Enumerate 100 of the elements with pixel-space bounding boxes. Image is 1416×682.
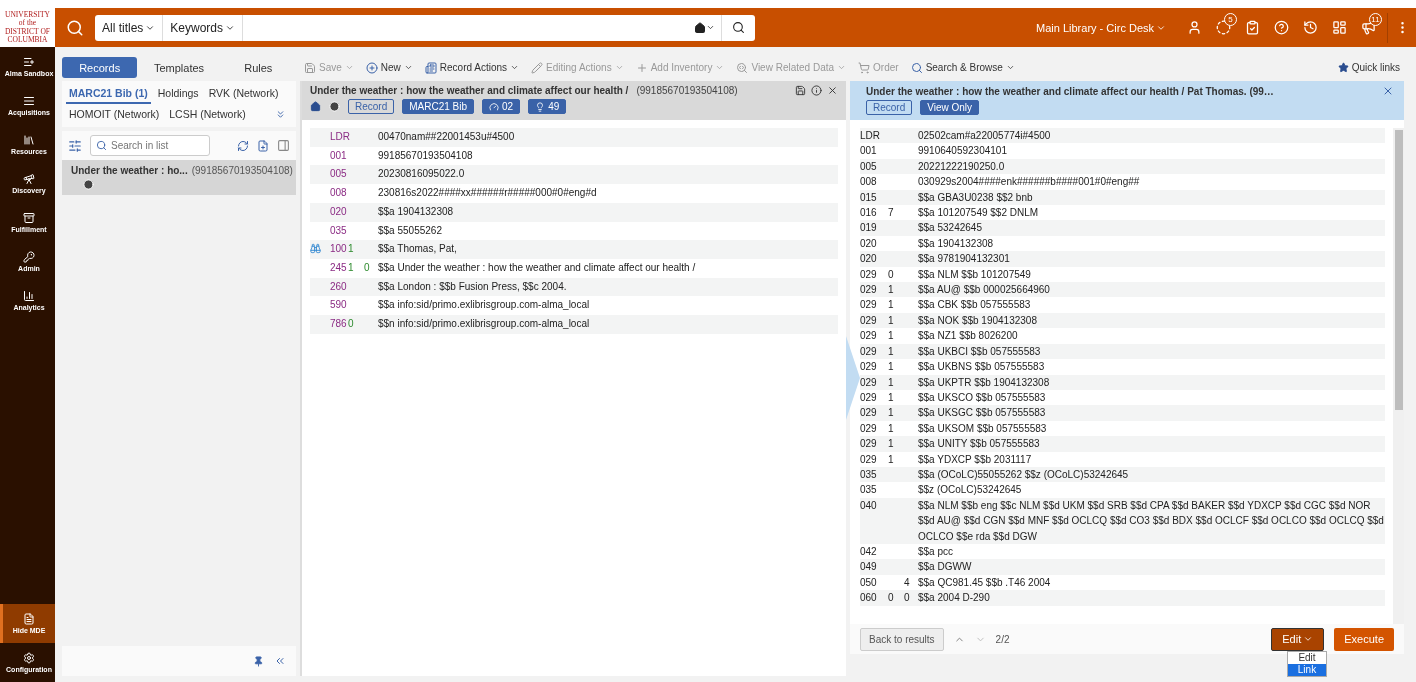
sub-tab[interactable]: RVK (Network) [205,83,282,104]
settings-icon [23,652,35,664]
cart-icon [858,61,871,74]
key-icon [23,251,35,263]
toolbar-button[interactable]: Record Actions [420,61,524,74]
field-indicator: 1 [888,375,895,390]
field-value: $$a Under the weather : how the weather and climate affect our health / [378,260,697,275]
caret-icon [1303,634,1314,644]
record-list-item[interactable]: Under the weather : ho... (99185670193504108) [62,160,296,195]
binoculars-icon[interactable] [310,243,321,255]
field-tag: 019 [860,220,888,236]
field-indicator: 1 [888,452,895,467]
field-indicator: 1 [888,329,895,344]
pencil-icon [531,61,544,74]
megaphone-icon[interactable] [1361,20,1376,35]
field-indicator: 1 [348,242,355,257]
field-indicator: 1 [888,344,895,359]
field-tag: 029 [860,405,888,421]
expand-icon[interactable] [275,109,286,120]
field-value: 230816s2022####xx######r#####000#0#eng#d [378,186,598,201]
field-value: $$a 1904132308 [378,204,455,219]
lightbulb-icon [535,101,546,112]
search-icon [732,21,745,34]
field-value: $$a UNITY $$b 057555583 [918,437,1041,452]
record-title: Under the weather : how the weather and climate affect our health / [310,85,629,96]
toolbar-button[interactable]: New [361,61,417,74]
field-tag: 029 [860,312,888,329]
field-tag: 015 [860,189,888,206]
field-value: $$a 1904132308 [918,236,995,251]
close-icon[interactable] [1382,85,1394,97]
record-id: (99185670193504108) [191,165,293,176]
field-tag: 245 [330,258,348,278]
sub-tab[interactable]: Holdings [154,83,202,104]
field-indicator: 0 [364,260,371,275]
sub-tab[interactable]: HOMOIT (Network) [66,104,163,125]
field-value: 99185670193504108 [378,148,474,163]
action-dropdown[interactable]: Edit [1271,627,1325,651]
clipboard-icon[interactable] [1245,20,1260,35]
search-field[interactable]: Search in list [90,135,210,156]
field-value: 02502cam#a22005774i#4500 [918,129,1052,143]
document-icon [424,61,437,74]
field-tag: 029 [860,282,888,298]
tab[interactable]: Templates [141,57,217,78]
pin-icon[interactable] [253,655,264,667]
quick-links-button[interactable]: Quick links [1333,62,1404,73]
field-value: $$a AU@ $$b 000025664960 [918,283,1051,298]
field-indicator: 0 [888,591,895,606]
field-tag: 035 [860,482,888,498]
user-icon[interactable] [1187,20,1202,35]
field-value: 00470nam##22001453u#4500 [378,130,516,144]
field-value: $$a YDXCP $$b 2031117 [918,452,1033,467]
history-icon[interactable] [1303,20,1318,35]
record-badge: Record [348,99,395,114]
collapse-icon[interactable] [274,655,286,667]
field-tag: 040 [860,497,888,514]
tab[interactable]: Rules [220,57,296,78]
field-value: $$a UKSCO $$b 057555583 [918,390,1047,405]
help-icon[interactable] [1274,20,1289,35]
search-icon[interactable] [66,18,84,37]
menu-option[interactable]: Link [1288,664,1326,676]
file-icon[interactable] [257,139,269,152]
field-value: 030929s2004####enk######b####001#0#eng## [918,175,1141,190]
field-tag: 786 [330,315,348,334]
info-icon[interactable] [811,85,822,96]
field-tag: 005 [330,165,348,185]
record-badge: Record [866,100,913,115]
count-badge: 5 [1224,12,1237,26]
scope-dropdown[interactable]: All titles [95,14,164,41]
field-tag: 029 [860,328,888,344]
field-value: $$a DGWW [918,560,973,575]
toolbar-button[interactable]: Search & Browse [906,61,1019,74]
field-indicator: 1 [888,421,895,436]
refresh-icon[interactable] [237,139,249,152]
field-value: $$n info:sid/primo.exlibrisgroup.com-alma_local [378,317,591,332]
close-icon[interactable] [827,85,838,96]
field-indicator: 1 [888,283,895,298]
tab[interactable]: Records [62,57,138,78]
location-dropdown[interactable]: Main Library - Circ Desk [1030,20,1172,35]
save-icon[interactable] [795,85,806,96]
field-tag: 020 [860,235,888,252]
field-tag: 060 [860,590,888,606]
search-icon [736,61,749,74]
field-value: $$a pcc [918,544,955,559]
panel-icon[interactable] [277,139,290,152]
field-value: $$a CBK $$b 057555583 [918,298,1032,313]
field-tag: 050 [860,574,888,591]
document-icon [23,613,35,625]
back-button[interactable]: Back to results [860,627,944,651]
telescope-icon [23,173,35,185]
sub-tab[interactable]: LCSH (Network) [166,104,249,125]
count-badge: 11 [1369,12,1382,26]
filter-icon[interactable] [68,138,82,153]
scrollbar[interactable] [1393,128,1404,624]
field-tag: 029 [860,359,888,375]
execute-button[interactable]: Execute [1334,627,1394,651]
widgets-icon[interactable] [1332,20,1347,35]
field-tag: 029 [860,420,888,437]
info-badge: 02 [482,99,521,114]
field-tag: 029 [860,436,888,452]
sub-tab[interactable]: MARC21 Bib (1) [66,83,151,104]
